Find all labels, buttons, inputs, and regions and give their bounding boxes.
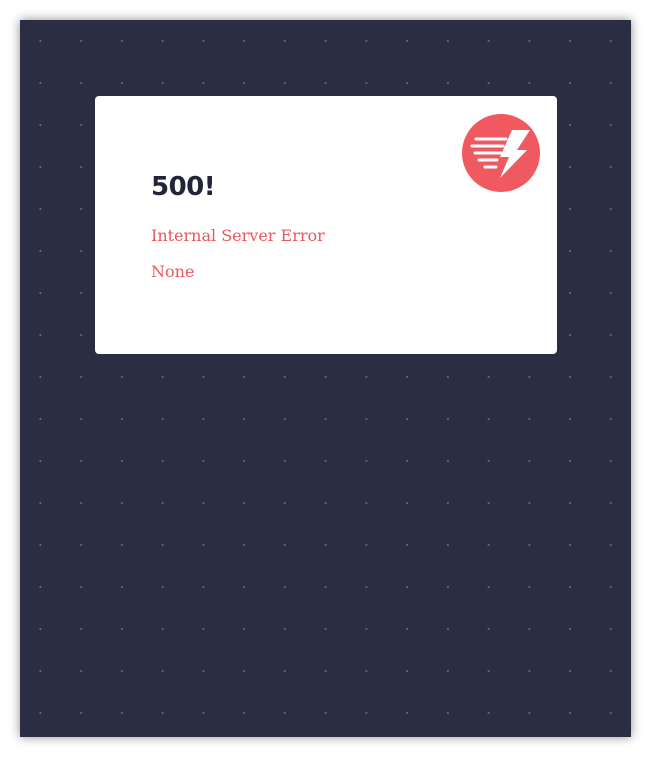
error-page-background: 500! Internal Server Error None (20, 20, 631, 737)
lightning-bolt-logo-icon (462, 114, 540, 192)
error-detail-text: None (151, 262, 195, 281)
error-status-text: Internal Server Error (151, 226, 325, 245)
error-card: 500! Internal Server Error None (95, 96, 557, 354)
error-code-title: 500! (151, 172, 216, 202)
